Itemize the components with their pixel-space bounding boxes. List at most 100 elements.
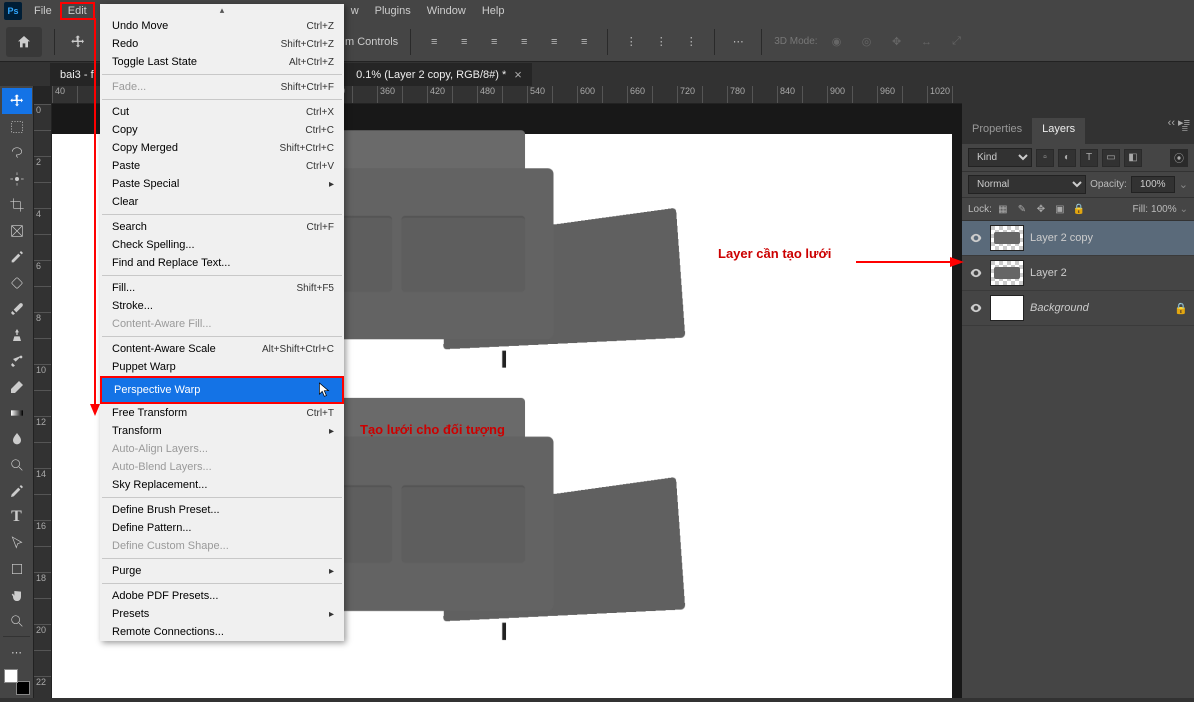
layer-thumbnail[interactable] bbox=[990, 260, 1024, 286]
menu-item-perspective-warp[interactable]: Perspective Warp bbox=[100, 376, 344, 404]
layer-row[interactable]: Layer 2 copy bbox=[962, 221, 1194, 256]
menu-item-transform[interactable]: Transform bbox=[100, 422, 344, 440]
opacity-value[interactable]: 100% bbox=[1131, 176, 1175, 193]
type-tool[interactable]: T bbox=[2, 504, 32, 530]
menu-plugins[interactable]: Plugins bbox=[367, 2, 419, 20]
eraser-tool[interactable] bbox=[2, 374, 32, 400]
menu-item-fill-[interactable]: Fill...Shift+F5 bbox=[100, 279, 344, 297]
align-middle-icon[interactable]: ≡ bbox=[543, 31, 565, 53]
menu-item-copy[interactable]: CopyCtrl+C bbox=[100, 121, 344, 139]
menu-item-purge[interactable]: Purge bbox=[100, 562, 344, 580]
more-options-icon[interactable]: ⋯ bbox=[727, 31, 749, 53]
menu-item-presets[interactable]: Presets bbox=[100, 605, 344, 623]
marquee-tool[interactable] bbox=[2, 114, 32, 140]
align-bottom-icon[interactable]: ≡ bbox=[573, 31, 595, 53]
pen-tool[interactable] bbox=[2, 478, 32, 504]
visibility-icon[interactable] bbox=[968, 265, 984, 281]
menu-item-clear[interactable]: Clear bbox=[100, 193, 344, 211]
menu-truncated[interactable]: w bbox=[343, 2, 367, 20]
filter-pixel-icon[interactable]: ▫ bbox=[1036, 149, 1054, 167]
cursor-icon bbox=[318, 381, 332, 399]
menu-item-redo[interactable]: RedoShift+Ctrl+Z bbox=[100, 35, 344, 53]
menu-item-toggle-last-state[interactable]: Toggle Last StateAlt+Ctrl+Z bbox=[100, 53, 344, 71]
path-select-tool[interactable] bbox=[2, 530, 32, 556]
blend-mode-select[interactable]: Normal bbox=[968, 175, 1086, 194]
menu-item-copy-merged[interactable]: Copy MergedShift+Ctrl+C bbox=[100, 139, 344, 157]
quick-select-tool[interactable] bbox=[2, 166, 32, 192]
menu-item-check-spelling-[interactable]: Check Spelling... bbox=[100, 236, 344, 254]
menu-help[interactable]: Help bbox=[474, 2, 513, 20]
eyedropper-tool[interactable] bbox=[2, 244, 32, 270]
dodge-tool[interactable] bbox=[2, 452, 32, 478]
layer-name[interactable]: Background bbox=[1030, 302, 1168, 314]
filter-shape-icon[interactable]: ▭ bbox=[1102, 149, 1120, 167]
3d-slide-icon: ↔ bbox=[916, 31, 938, 53]
visibility-icon[interactable] bbox=[968, 300, 984, 316]
crop-tool[interactable] bbox=[2, 192, 32, 218]
layer-thumbnail[interactable] bbox=[990, 295, 1024, 321]
filter-type-icon[interactable]: T bbox=[1080, 149, 1098, 167]
brush-tool[interactable] bbox=[2, 296, 32, 322]
lock-all-icon[interactable]: 🔒 bbox=[1071, 201, 1087, 217]
healing-tool[interactable] bbox=[2, 270, 32, 296]
panel-collapse-icons[interactable]: ‹‹ ▸≡ bbox=[1168, 116, 1190, 129]
layer-row[interactable]: Background🔒 bbox=[962, 291, 1194, 326]
lock-artboard-icon[interactable]: ▣ bbox=[1052, 201, 1068, 217]
menu-item-adobe-pdf-presets-[interactable]: Adobe PDF Presets... bbox=[100, 587, 344, 605]
clone-tool[interactable] bbox=[2, 322, 32, 348]
menu-window[interactable]: Window bbox=[419, 2, 474, 20]
menu-item-search[interactable]: SearchCtrl+F bbox=[100, 218, 344, 236]
move-tool[interactable] bbox=[2, 88, 32, 114]
layer-row[interactable]: Layer 2 bbox=[962, 256, 1194, 291]
fill-value[interactable]: 100% bbox=[1151, 204, 1177, 215]
layers-tab[interactable]: Layers bbox=[1032, 118, 1085, 144]
menu-item-sky-replacement-[interactable]: Sky Replacement... bbox=[100, 476, 344, 494]
menu-item-cut[interactable]: CutCtrl+X bbox=[100, 103, 344, 121]
gradient-tool[interactable] bbox=[2, 400, 32, 426]
align-right-icon[interactable]: ≡ bbox=[483, 31, 505, 53]
blur-tool[interactable] bbox=[2, 426, 32, 452]
visibility-icon[interactable] bbox=[968, 230, 984, 246]
lasso-tool[interactable] bbox=[2, 140, 32, 166]
menu-file[interactable]: File bbox=[26, 2, 60, 20]
menu-item-paste-special[interactable]: Paste Special bbox=[100, 175, 344, 193]
align-top-icon[interactable]: ≡ bbox=[513, 31, 535, 53]
menu-item-remote-connections-[interactable]: Remote Connections... bbox=[100, 623, 344, 641]
frame-tool[interactable] bbox=[2, 218, 32, 244]
lock-transparency-icon[interactable]: ▦ bbox=[995, 201, 1011, 217]
menu-item-define-pattern-[interactable]: Define Pattern... bbox=[100, 519, 344, 537]
layer-thumbnail[interactable] bbox=[990, 225, 1024, 251]
edit-toolbar-icon[interactable]: ⋯ bbox=[2, 639, 32, 665]
layers-filter-bar: Kind ▫ ◐ T ▭ ◧ ⦿ bbox=[962, 144, 1194, 171]
filter-smart-icon[interactable]: ◧ bbox=[1124, 149, 1142, 167]
layer-name[interactable]: Layer 2 bbox=[1030, 267, 1188, 279]
menu-item-free-transform[interactable]: Free TransformCtrl+T bbox=[100, 404, 344, 422]
home-button[interactable] bbox=[6, 27, 42, 57]
menu-item-undo-move[interactable]: Undo MoveCtrl+Z bbox=[100, 17, 344, 35]
history-brush-tool[interactable] bbox=[2, 348, 32, 374]
tab-close-icon[interactable]: × bbox=[514, 67, 522, 82]
zoom-tool[interactable] bbox=[2, 608, 32, 634]
align-left-icon[interactable]: ≡ bbox=[423, 31, 445, 53]
menu-item-content-aware-scale[interactable]: Content-Aware ScaleAlt+Shift+Ctrl+C bbox=[100, 340, 344, 358]
shape-tool[interactable] bbox=[2, 556, 32, 582]
distribute-3-icon[interactable]: ⋮ bbox=[680, 31, 702, 53]
properties-tab[interactable]: Properties bbox=[962, 118, 1032, 144]
distribute-h-icon[interactable]: ⋮ bbox=[620, 31, 642, 53]
menu-item-stroke-[interactable]: Stroke... bbox=[100, 297, 344, 315]
3d-orbit-icon: ◉ bbox=[826, 31, 848, 53]
menu-item-paste[interactable]: PasteCtrl+V bbox=[100, 157, 344, 175]
lock-position-icon[interactable]: ✥ bbox=[1033, 201, 1049, 217]
filter-adjust-icon[interactable]: ◐ bbox=[1058, 149, 1076, 167]
menu-item-puppet-warp[interactable]: Puppet Warp bbox=[100, 358, 344, 376]
foreground-background-colors[interactable] bbox=[4, 669, 30, 695]
menu-item-define-brush-preset-[interactable]: Define Brush Preset... bbox=[100, 501, 344, 519]
hand-tool[interactable] bbox=[2, 582, 32, 608]
distribute-v-icon[interactable]: ⋮ bbox=[650, 31, 672, 53]
layer-kind-select[interactable]: Kind bbox=[968, 148, 1032, 167]
lock-pixels-icon[interactable]: ✎ bbox=[1014, 201, 1030, 217]
layer-name[interactable]: Layer 2 copy bbox=[1030, 232, 1188, 244]
align-center-h-icon[interactable]: ≡ bbox=[453, 31, 475, 53]
menu-item-find-and-replace-text-[interactable]: Find and Replace Text... bbox=[100, 254, 344, 272]
filter-toggle[interactable]: ⦿ bbox=[1170, 149, 1188, 167]
